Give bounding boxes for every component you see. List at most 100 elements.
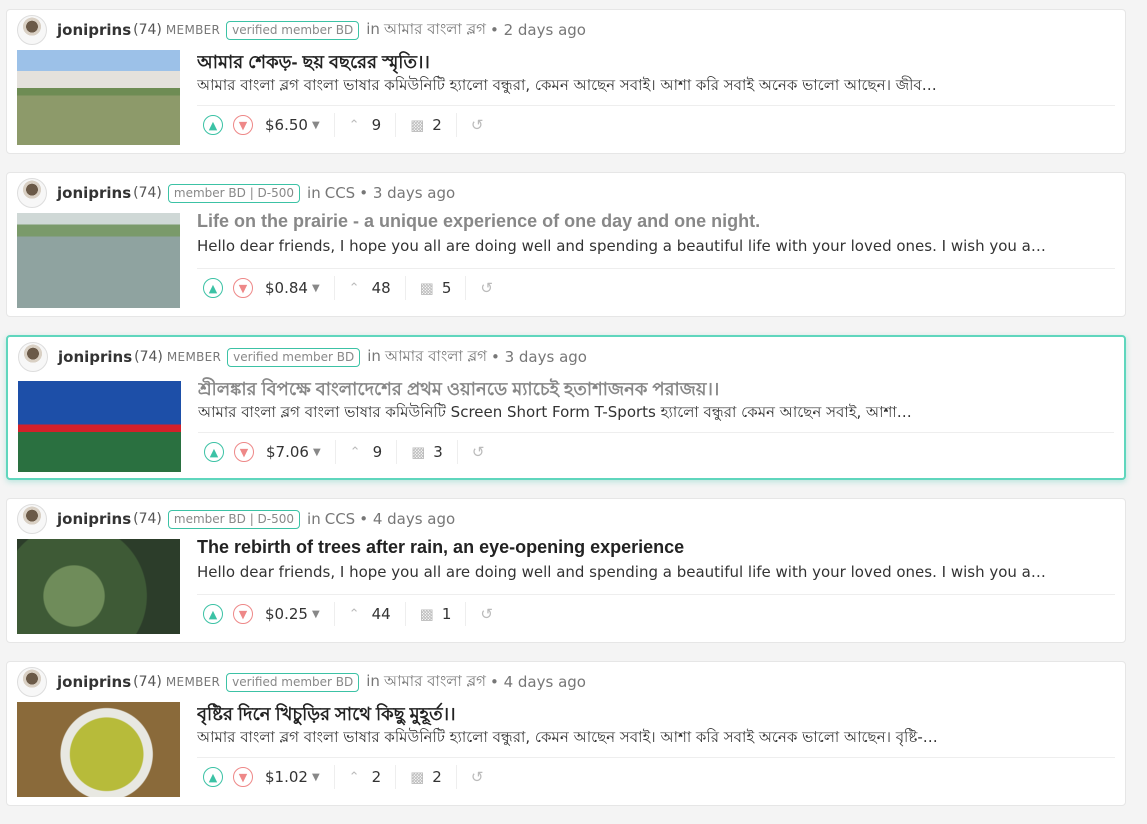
divider — [333, 276, 335, 300]
member-badge: member BD | D-500 — [167, 509, 301, 529]
post-excerpt[interactable]: Hello dear friends, I hope you all are d… — [197, 563, 1047, 581]
post-card: joniprins (74) MEMBER verified member BD… — [6, 9, 1126, 154]
upvote-icon[interactable]: ▲ — [204, 442, 224, 462]
post-time[interactable]: • 3 days ago — [359, 184, 455, 202]
comments-icon[interactable]: ▩ — [420, 279, 434, 297]
divider — [333, 602, 335, 626]
post-excerpt[interactable]: আমার বাংলা ব্লগ বাংলা ভাষার কমিউনিটি হ্য… — [197, 74, 1047, 99]
author-reputation: (74) — [133, 22, 162, 38]
in-label: in — [366, 19, 380, 38]
resteem-icon[interactable]: ↺ — [480, 605, 493, 623]
upvote-icon[interactable]: ▲ — [203, 604, 223, 624]
payout-dropdown-icon[interactable]: ▼ — [312, 609, 320, 620]
comments-icon[interactable]: ▩ — [411, 443, 425, 461]
post-title[interactable]: Life on the prairie - a unique experienc… — [197, 211, 1117, 232]
post-header: joniprins (74) member BD | D-500 in CCS •… — [17, 504, 455, 534]
post-thumbnail[interactable] — [17, 539, 180, 634]
author-name[interactable]: joniprins — [57, 21, 131, 39]
resteem-icon[interactable]: ↺ — [472, 443, 485, 461]
post-header: joniprins (74) MEMBER verified member BD… — [18, 342, 587, 372]
downvote-icon[interactable]: ▼ — [233, 767, 253, 787]
post-title[interactable]: The rebirth of trees after rain, an eye-… — [197, 537, 1117, 558]
divider — [197, 105, 1115, 106]
vote-count[interactable]: 48 — [372, 279, 391, 297]
vote-count[interactable]: 2 — [372, 768, 382, 786]
author-name[interactable]: joniprins — [57, 184, 131, 202]
payout-dropdown-icon[interactable]: ▼ — [313, 447, 321, 458]
payout-dropdown-icon[interactable]: ▼ — [312, 283, 320, 294]
avatar[interactable] — [18, 342, 48, 372]
resteem-icon[interactable]: ↺ — [471, 768, 484, 786]
upvote-icon[interactable]: ▲ — [203, 115, 223, 135]
post-excerpt[interactable]: আমার বাংলা ব্লগ বাংলা ভাষার কমিউনিটি হ্য… — [197, 726, 1047, 751]
comment-count[interactable]: 5 — [442, 279, 452, 297]
in-label: in — [366, 671, 380, 690]
payout-value[interactable]: $7.06 — [266, 443, 309, 461]
payout-value[interactable]: $1.02 — [265, 768, 308, 786]
author-reputation: (74) — [134, 349, 163, 365]
downvote-icon[interactable]: ▼ — [234, 442, 254, 462]
comments-icon[interactable]: ▩ — [410, 768, 424, 786]
author-name[interactable]: joniprins — [57, 510, 131, 528]
divider — [333, 765, 335, 789]
member-badge: verified member BD — [226, 672, 360, 692]
post-thumbnail[interactable] — [17, 50, 180, 145]
community-link[interactable]: আমার বাংলা ব্লগ — [384, 672, 486, 690]
resteem-icon[interactable]: ↺ — [480, 279, 493, 297]
votes-chevron-icon: ⌃ — [349, 444, 361, 460]
post-time[interactable]: • 3 days ago — [491, 348, 587, 366]
payout-dropdown-icon[interactable]: ▼ — [312, 120, 320, 131]
community-link[interactable]: আমার বাংলা ব্লগ — [384, 20, 486, 38]
post-thumbnail[interactable] — [17, 702, 180, 797]
votes-chevron-icon: ⌃ — [348, 117, 360, 133]
vote-count[interactable]: 9 — [372, 116, 382, 134]
in-label: in — [307, 184, 321, 202]
comments-icon[interactable]: ▩ — [410, 116, 424, 134]
downvote-icon[interactable]: ▼ — [233, 278, 253, 298]
avatar[interactable] — [17, 504, 47, 534]
comment-count[interactable]: 2 — [432, 116, 442, 134]
comment-count[interactable]: 2 — [432, 768, 442, 786]
divider — [197, 757, 1115, 758]
payout-value[interactable]: $0.84 — [265, 279, 308, 297]
avatar[interactable] — [17, 178, 47, 208]
post-excerpt[interactable]: Hello dear friends, I hope you all are d… — [197, 237, 1047, 255]
payout-dropdown-icon[interactable]: ▼ — [312, 772, 320, 783]
votes-chevron-icon: ⌃ — [348, 606, 360, 622]
author-role: MEMBER — [166, 350, 222, 364]
vote-count[interactable]: 9 — [373, 443, 383, 461]
post-time[interactable]: • 2 days ago — [490, 21, 586, 39]
downvote-icon[interactable]: ▼ — [233, 115, 253, 135]
post-thumbnail[interactable] — [17, 213, 180, 308]
vote-count[interactable]: 44 — [372, 605, 391, 623]
post-thumbnail[interactable] — [18, 377, 181, 472]
comment-count[interactable]: 1 — [442, 605, 452, 623]
payout-value[interactable]: $0.25 — [265, 605, 308, 623]
post-card: joniprins (74) MEMBER verified member BD… — [6, 335, 1126, 480]
comment-icon[interactable]: ▩ — [420, 605, 434, 623]
resteem-icon[interactable]: ↺ — [471, 116, 484, 134]
divider — [197, 594, 1115, 595]
post-time[interactable]: • 4 days ago — [359, 510, 455, 528]
author-name[interactable]: joniprins — [57, 673, 131, 691]
post-actions: ▲ ▼ $0.25 ▼ ⌃ 44 ▩ 1 ↺ — [197, 599, 493, 629]
author-name[interactable]: joniprins — [58, 348, 132, 366]
community-link[interactable]: CCS — [325, 184, 355, 202]
post-excerpt[interactable]: আমার বাংলা ব্লগ বাংলা ভাষার কমিউনিটি Scr… — [198, 401, 1048, 426]
post-actions: ▲ ▼ $6.50 ▼ ⌃ 9 ▩ 2 ↺ — [197, 110, 483, 140]
divider — [404, 276, 406, 300]
avatar[interactable] — [17, 667, 47, 697]
payout-value[interactable]: $6.50 — [265, 116, 308, 134]
comment-count[interactable]: 3 — [433, 443, 443, 461]
author-reputation: (74) — [133, 674, 162, 690]
avatar[interactable] — [17, 15, 47, 45]
in-label: in — [307, 510, 321, 528]
divider — [395, 113, 397, 137]
community-link[interactable]: আমার বাংলা ব্লগ — [385, 347, 487, 365]
upvote-icon[interactable]: ▲ — [203, 767, 223, 787]
community-link[interactable]: CCS — [325, 510, 355, 528]
downvote-icon[interactable]: ▼ — [233, 604, 253, 624]
post-time[interactable]: • 4 days ago — [490, 673, 586, 691]
post-card: joniprins (74) member BD | D-500 in CCS •… — [6, 498, 1126, 643]
upvote-icon[interactable]: ▲ — [203, 278, 223, 298]
